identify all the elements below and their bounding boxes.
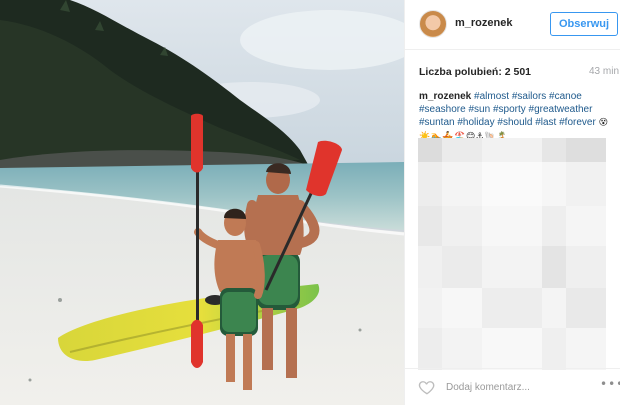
more-options-icon[interactable]: •••: [600, 378, 620, 393]
beach-kayak-scene: [0, 0, 404, 405]
likes-count[interactable]: Liczba polubień: 2 501: [419, 66, 531, 78]
likes-row: Liczba polubień: 2 501 43 min: [419, 66, 619, 82]
post-photo[interactable]: [0, 0, 404, 405]
heart-outline-icon[interactable]: [418, 378, 436, 396]
post-header: m_rozenek Obserwuj: [405, 0, 620, 50]
follow-button[interactable]: Obserwuj: [550, 12, 618, 36]
caption-username[interactable]: m_rozenek: [419, 91, 471, 102]
add-comment-input[interactable]: [446, 377, 586, 397]
post-caption: m_rozenek #almost #sailors #canoe #seash…: [419, 90, 615, 144]
post-timestamp[interactable]: 43 min: [589, 66, 619, 77]
comment-footer: •••: [404, 368, 620, 405]
blurred-comments-area: [418, 138, 606, 370]
author-username[interactable]: m_rozenek: [455, 17, 512, 29]
avatar[interactable]: [419, 10, 447, 38]
